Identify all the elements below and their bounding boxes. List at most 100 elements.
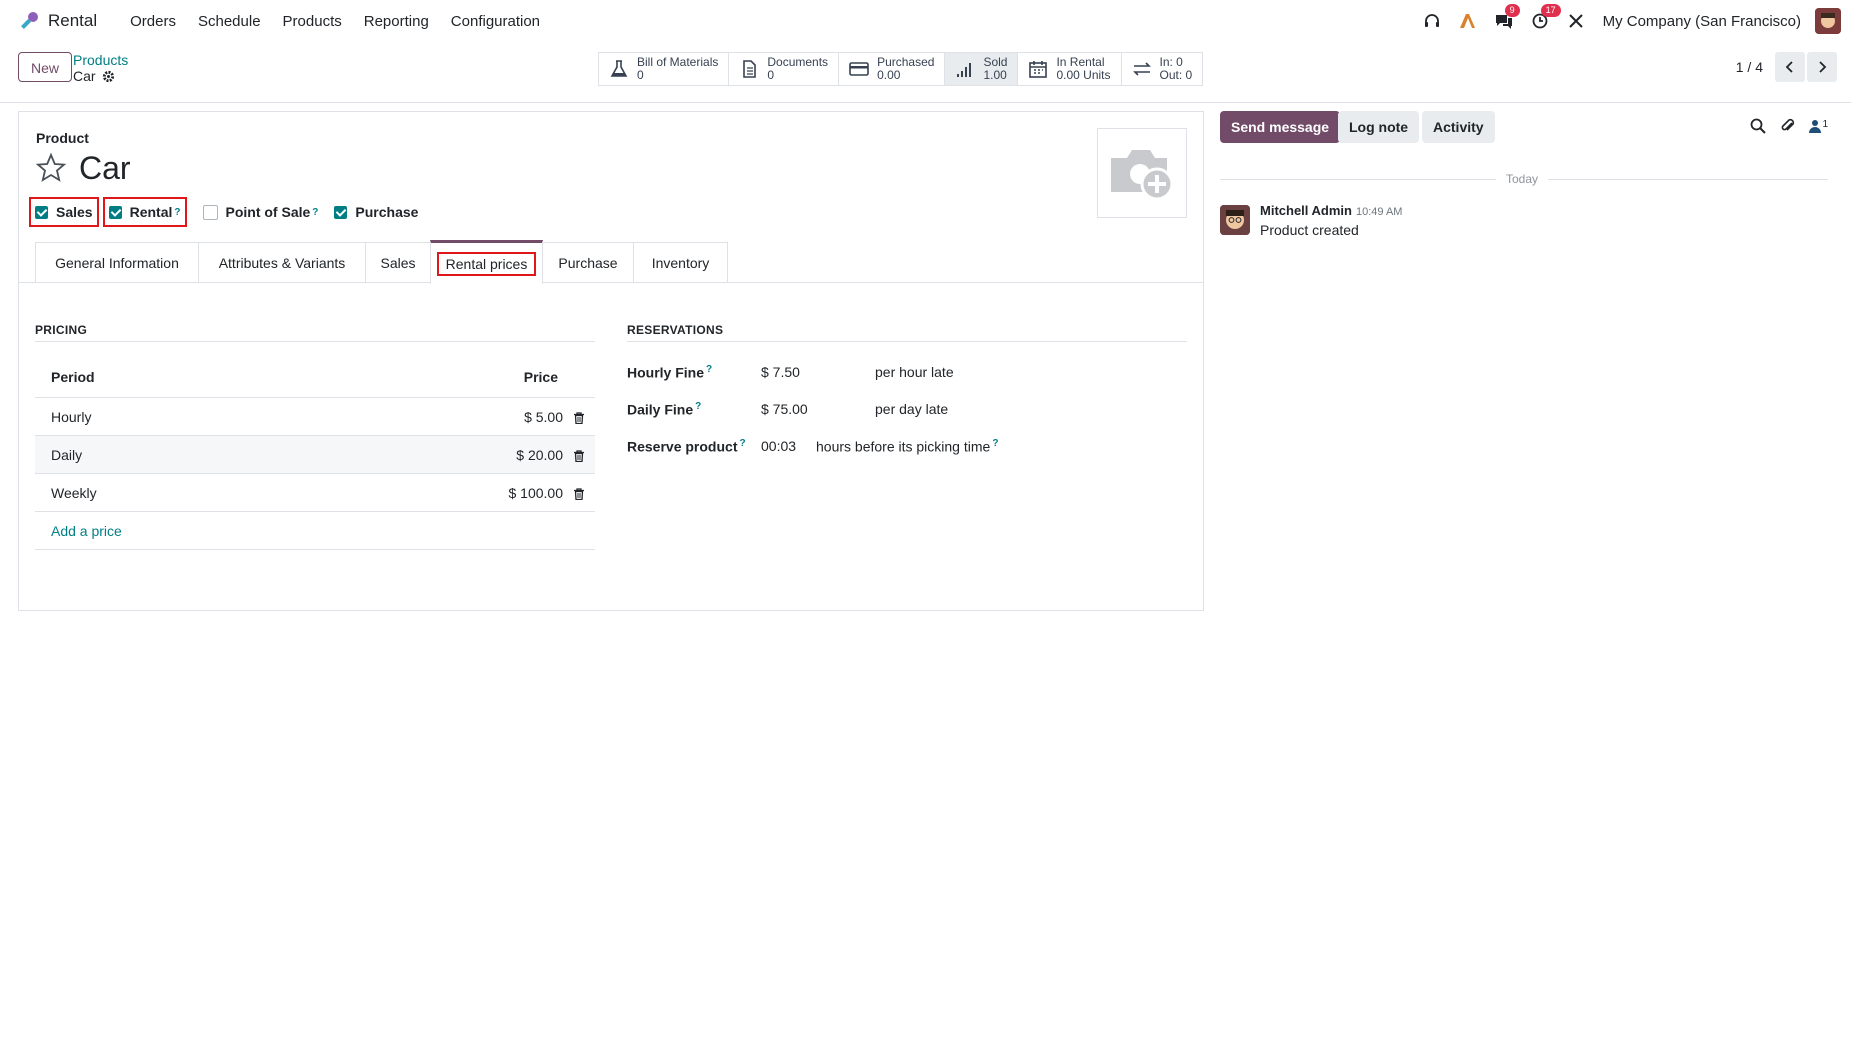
smart-purchased[interactable]: Purchased 0.00 <box>839 53 946 85</box>
tab-label: Sales <box>380 254 416 271</box>
message-time: 10:49 AM <box>1355 206 1403 218</box>
column-period[interactable]: Period <box>35 357 277 398</box>
checkbox-purchase[interactable] <box>334 205 348 219</box>
help-icon[interactable]: ? <box>706 364 712 375</box>
checkbox-point-of-sale[interactable] <box>202 204 218 220</box>
user-icon <box>1809 120 1822 133</box>
pricing-title: PRICING <box>35 323 88 337</box>
message-author: Mitchell Admin 10:49 AM <box>1260 203 1402 218</box>
reserve-product-label: Reserve product? <box>627 438 761 455</box>
tab-inventory[interactable]: Inventory <box>633 242 728 282</box>
smart-value: 0 <box>767 68 775 82</box>
cell-price[interactable]: $ 20.00 <box>276 435 595 474</box>
column-price[interactable]: Price <box>276 357 595 398</box>
pager-previous[interactable] <box>1775 52 1805 82</box>
tab-label: Purchase <box>558 254 618 271</box>
product-name[interactable]: Car <box>79 150 131 187</box>
daily-fine-label: Daily Fine? <box>627 401 761 418</box>
cell-period[interactable]: Hourly <box>35 397 277 436</box>
chevron-left-icon <box>1785 61 1793 73</box>
ai-assistant-icon[interactable] <box>1457 10 1479 32</box>
menu-schedule[interactable]: Schedule <box>187 13 272 30</box>
send-message-button[interactable]: Send message <box>1220 111 1341 143</box>
app-brand[interactable]: Rental <box>18 10 97 32</box>
smart-value: 0.00 <box>877 68 901 82</box>
company-switcher[interactable]: My Company (San Francisco) <box>1603 13 1801 30</box>
help-icon[interactable]: ? <box>992 438 998 449</box>
trash-icon[interactable] <box>573 488 585 500</box>
tab-label: Attributes & Variants <box>218 254 346 271</box>
table-row[interactable]: Daily $ 20.00 <box>35 435 595 474</box>
tab-attributes-variants[interactable]: Attributes & Variants <box>198 242 366 282</box>
smart-bill-of-materials[interactable]: Bill of Materials 0 <box>599 53 730 85</box>
menu-products[interactable]: Products <box>272 13 353 30</box>
price-value: $ 5.00 <box>524 408 563 425</box>
pager-value[interactable]: 1 / 4 <box>1736 59 1763 75</box>
trash-icon[interactable] <box>573 412 585 424</box>
tab-purchase[interactable]: Purchase <box>542 242 634 282</box>
cell-period[interactable]: Daily <box>35 435 277 474</box>
activities-clock-icon[interactable]: 17 <box>1529 4 1561 32</box>
menu-orders[interactable]: Orders <box>119 13 187 30</box>
hourly-fine-input[interactable]: $ 7.50 <box>761 364 875 380</box>
checkbox-sales[interactable] <box>35 205 48 219</box>
table-row[interactable]: Weekly $ 100.00 <box>35 473 595 512</box>
smart-sold[interactable]: Sold 1.00 <box>945 53 1019 85</box>
search-icon[interactable] <box>1749 117 1767 135</box>
messages-icon[interactable]: 9 <box>1493 4 1520 32</box>
daily-fine-input[interactable]: $ 75.00 <box>761 401 875 417</box>
checkbox-rental[interactable] <box>108 205 122 219</box>
help-icon[interactable]: ? <box>739 438 745 449</box>
cell-price[interactable]: $ 5.00 <box>276 397 595 436</box>
help-icon[interactable]: ? <box>312 207 318 218</box>
paperclip-icon[interactable] <box>1779 117 1797 135</box>
hourly-fine-label: Hourly Fine? <box>627 364 761 381</box>
smart-in-rental[interactable]: In Rental 0.00 Units <box>1018 53 1122 85</box>
tab-general-information[interactable]: General Information <box>35 242 199 282</box>
trash-icon[interactable] <box>573 450 585 462</box>
hourly-fine-label-text: Hourly Fine <box>627 364 705 381</box>
tab-sales[interactable]: Sales <box>365 242 431 282</box>
breadcrumb-current-label: Car <box>73 68 96 84</box>
user-avatar[interactable] <box>1815 8 1841 34</box>
add-price-link[interactable]: Add a price <box>51 523 122 539</box>
breadcrumb-current: Car <box>73 68 115 84</box>
reservations-title: RESERVATIONS <box>627 323 724 337</box>
cell-price[interactable]: $ 100.00 <box>276 473 595 512</box>
cell-period[interactable]: Weekly <box>35 473 277 512</box>
menu-configuration[interactable]: Configuration <box>440 13 551 30</box>
menu-reporting[interactable]: Reporting <box>353 13 440 30</box>
option-sales[interactable]: Sales <box>29 197 99 227</box>
option-purchase[interactable]: Purchase <box>334 199 418 225</box>
camera-add-icon <box>1111 150 1174 201</box>
followers-button[interactable]: 1 <box>1809 119 1828 133</box>
option-rental[interactable]: Rental ? <box>102 197 187 227</box>
chevron-right-icon <box>1819 61 1827 73</box>
log-note-button[interactable]: Log note <box>1338 111 1420 143</box>
help-icon[interactable]: ? <box>695 401 701 412</box>
headset-icon[interactable] <box>1421 10 1443 32</box>
tab-rental-prices[interactable]: Rental prices <box>430 240 543 284</box>
option-point-of-sale[interactable]: Point of Sale ? <box>202 199 318 225</box>
gear-icon[interactable] <box>102 70 115 83</box>
reserve-product-suffix: hours before its picking time? <box>816 438 998 455</box>
smart-value: 1.00 <box>983 68 1007 82</box>
product-image[interactable] <box>1097 128 1187 218</box>
chatter-tools: 1 <box>1737 117 1828 135</box>
smart-documents[interactable]: Documents 0 <box>729 53 840 85</box>
breadcrumb-products[interactable]: Products <box>73 52 128 68</box>
pager-next[interactable] <box>1807 52 1837 82</box>
activity-button[interactable]: Activity <box>1422 111 1495 143</box>
table-row[interactable]: Hourly $ 5.00 <box>35 397 595 436</box>
new-button[interactable]: New <box>18 52 73 82</box>
credit-card-icon <box>849 62 869 76</box>
option-point-of-sale-label: Point of Sale <box>225 204 311 220</box>
smart-in-out[interactable]: In: 0 Out: 0 <box>1122 53 1203 85</box>
reserve-product-input[interactable]: 00:03 <box>761 438 816 454</box>
author-avatar[interactable] <box>1220 205 1250 235</box>
message-author-name[interactable]: Mitchell Admin <box>1260 203 1352 218</box>
debug-tools-icon[interactable] <box>1565 10 1587 32</box>
star-icon[interactable] <box>35 152 67 184</box>
smart-value: 0.00 Units <box>1056 68 1111 82</box>
help-icon[interactable]: ? <box>174 207 180 218</box>
